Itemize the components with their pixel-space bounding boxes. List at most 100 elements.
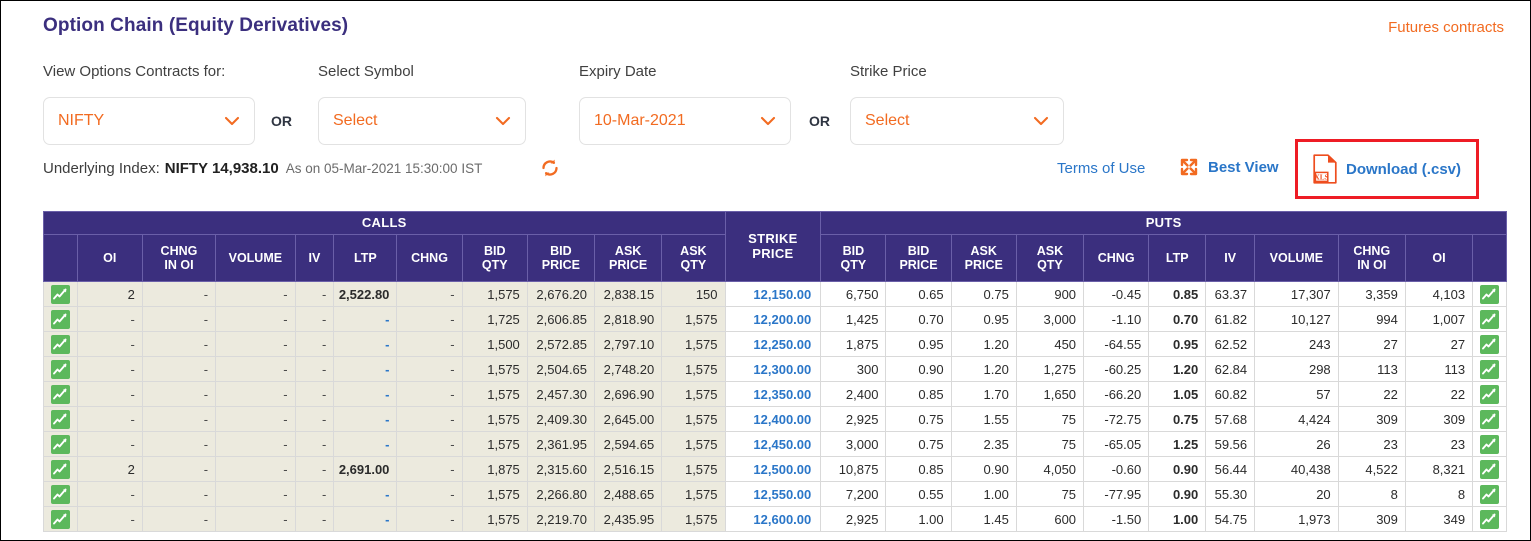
cell-call-ask-price: 2,797.10 bbox=[594, 331, 663, 357]
cell-put-ltp: 1.20 bbox=[1148, 356, 1207, 382]
cell-strike-price: 12,500.00 bbox=[724, 456, 822, 482]
chart-icon[interactable] bbox=[50, 509, 70, 529]
chart-icon[interactable] bbox=[1480, 434, 1499, 454]
cell-call-ltp: - bbox=[333, 306, 398, 332]
cell-put-iv: 59.56 bbox=[1205, 431, 1256, 457]
xls-file-icon: XLS bbox=[1313, 154, 1337, 184]
download-csv-button[interactable]: XLS Download (.csv) bbox=[1295, 139, 1479, 199]
cell-call-bid-price: 2,266.80 bbox=[526, 481, 596, 507]
put-chart-cell[interactable] bbox=[1472, 481, 1507, 507]
put-chart-cell[interactable] bbox=[1472, 506, 1507, 532]
chart-icon[interactable] bbox=[1480, 384, 1499, 404]
cell-put-oi: 349 bbox=[1404, 506, 1474, 532]
call-chart-cell[interactable] bbox=[43, 306, 78, 332]
cell-call-volume: - bbox=[215, 506, 296, 532]
best-view-button[interactable]: Best View bbox=[1178, 156, 1279, 178]
put-chart-cell[interactable] bbox=[1472, 456, 1507, 482]
cell-put-bid-price: 0.85 bbox=[885, 381, 952, 407]
cell-call-volume: - bbox=[215, 431, 296, 457]
option-chain-table-wrapper: CALLS STRIKE PRICE PUTS OI CHNG IN OI VOL… bbox=[43, 211, 1507, 532]
cell-put-chng-in-oi: 309 bbox=[1337, 406, 1406, 432]
cell-strike-price: 12,300.00 bbox=[724, 356, 822, 382]
cell-call-bid-qty: 1,575 bbox=[461, 356, 528, 382]
cell-put-bid-qty: 2,400 bbox=[820, 381, 887, 407]
put-chart-cell[interactable] bbox=[1472, 281, 1507, 307]
chart-icon[interactable] bbox=[50, 459, 70, 479]
cell-put-chng: -1.50 bbox=[1083, 506, 1150, 532]
cell-put-volume: 10,127 bbox=[1254, 306, 1339, 332]
futures-contracts-link[interactable]: Futures contracts bbox=[1388, 19, 1504, 36]
table-row: - - - - - -1,500 2,572.85 2,797.10 1,575 12,250.0… bbox=[43, 331, 1507, 357]
cell-call-iv: - bbox=[294, 281, 335, 307]
cell-call-ask-qty: 1,575 bbox=[661, 306, 726, 332]
put-chart-cell[interactable] bbox=[1472, 406, 1507, 432]
symbol-select[interactable]: Select bbox=[318, 97, 526, 145]
chart-icon[interactable] bbox=[1480, 284, 1499, 304]
table-row: - - - - - -1,725 2,606.85 2,818.90 1,575 12,200.0… bbox=[43, 306, 1507, 332]
chart-icon[interactable] bbox=[1480, 459, 1499, 479]
call-chart-cell[interactable] bbox=[43, 456, 78, 482]
view-options-select[interactable]: NIFTY bbox=[43, 97, 255, 145]
put-chart-cell[interactable] bbox=[1472, 431, 1507, 457]
chart-icon[interactable] bbox=[50, 309, 70, 329]
cell-put-ltp: 0.90 bbox=[1148, 456, 1207, 482]
strike-price-select[interactable]: Select bbox=[850, 97, 1064, 145]
cell-call-iv: - bbox=[294, 431, 335, 457]
cell-call-bid-qty: 1,575 bbox=[461, 406, 528, 432]
call-chart-cell[interactable] bbox=[43, 431, 78, 457]
call-chart-cell[interactable] bbox=[43, 406, 78, 432]
strike-price-select-value: Select bbox=[865, 112, 910, 129]
cell-call-iv: - bbox=[294, 406, 335, 432]
chart-icon[interactable] bbox=[1480, 334, 1499, 354]
expiry-date-label: Expiry Date bbox=[579, 63, 657, 80]
call-chart-cell[interactable] bbox=[43, 381, 78, 407]
col-call-ask-price: ASK PRICE bbox=[594, 234, 663, 282]
cell-put-volume: 26 bbox=[1254, 431, 1339, 457]
col-put-chng: CHNG bbox=[1083, 234, 1150, 282]
cell-put-bid-qty: 3,000 bbox=[820, 431, 887, 457]
chart-icon[interactable] bbox=[50, 484, 70, 504]
cell-put-ask-price: 0.95 bbox=[950, 306, 1017, 332]
chart-icon[interactable] bbox=[1480, 409, 1499, 429]
chart-icon[interactable] bbox=[1480, 359, 1499, 379]
cell-put-ltp: 0.85 bbox=[1148, 281, 1207, 307]
put-chart-cell[interactable] bbox=[1472, 331, 1507, 357]
chart-icon[interactable] bbox=[50, 434, 70, 454]
call-chart-cell[interactable] bbox=[43, 331, 78, 357]
put-chart-cell[interactable] bbox=[1472, 306, 1507, 332]
call-chart-cell[interactable] bbox=[43, 281, 78, 307]
call-chart-cell[interactable] bbox=[43, 481, 78, 507]
cell-put-chng: -72.75 bbox=[1083, 406, 1150, 432]
col-put-ltp: LTP bbox=[1148, 234, 1207, 282]
cell-put-iv: 62.84 bbox=[1205, 356, 1256, 382]
chart-icon[interactable] bbox=[1480, 484, 1499, 504]
cell-call-iv: - bbox=[294, 481, 335, 507]
cell-call-bid-qty: 1,575 bbox=[461, 481, 528, 507]
put-chart-cell[interactable] bbox=[1472, 356, 1507, 382]
cell-call-ask-qty: 150 bbox=[661, 281, 726, 307]
strike-price-label: Strike Price bbox=[850, 63, 927, 80]
cell-call-oi: 2 bbox=[76, 281, 143, 307]
call-chart-cell[interactable] bbox=[43, 506, 78, 532]
expiry-date-select[interactable]: 10-Mar-2021 bbox=[579, 97, 791, 145]
cell-call-oi: - bbox=[76, 481, 143, 507]
chart-icon[interactable] bbox=[1480, 509, 1499, 529]
cell-put-bid-price: 0.90 bbox=[885, 356, 952, 382]
chart-icon[interactable] bbox=[50, 334, 70, 354]
cell-call-chng: - bbox=[396, 431, 463, 457]
underlying-label: Underlying Index: bbox=[43, 160, 160, 177]
chart-icon[interactable] bbox=[50, 409, 70, 429]
cell-call-iv: - bbox=[294, 381, 335, 407]
cell-call-bid-price: 2,572.85 bbox=[526, 331, 596, 357]
cell-put-chng: -64.55 bbox=[1083, 331, 1150, 357]
cell-put-bid-qty: 10,875 bbox=[820, 456, 887, 482]
chart-icon[interactable] bbox=[50, 359, 70, 379]
refresh-icon[interactable] bbox=[539, 157, 561, 179]
terms-of-use-link[interactable]: Terms of Use bbox=[1057, 160, 1145, 177]
chart-icon[interactable] bbox=[1480, 309, 1499, 329]
cell-call-ask-qty: 1,575 bbox=[661, 356, 726, 382]
put-chart-cell[interactable] bbox=[1472, 381, 1507, 407]
chart-icon[interactable] bbox=[50, 284, 70, 304]
chart-icon[interactable] bbox=[50, 384, 70, 404]
call-chart-cell[interactable] bbox=[43, 356, 78, 382]
